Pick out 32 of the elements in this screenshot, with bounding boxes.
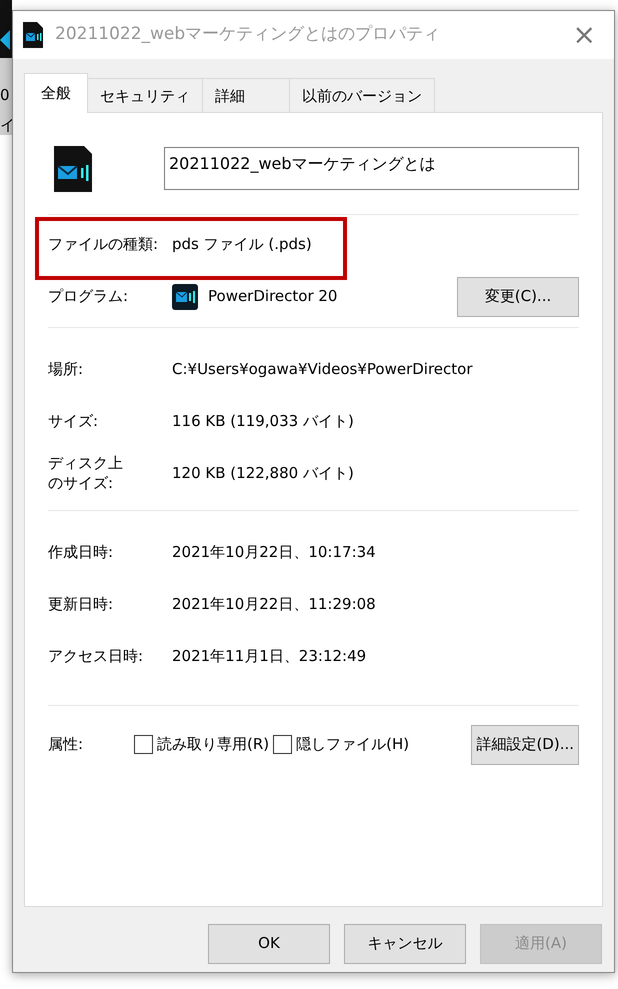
property-label: プログラム:	[48, 286, 130, 306]
property-value: PowerDirector 20	[208, 286, 338, 308]
property-value: C:¥Users¥ogawa¥Videos¥PowerDirector	[172, 359, 473, 380]
property-label: のサイズ:	[48, 474, 114, 493]
property-value: 120 KB (122,880 バイト)	[172, 463, 354, 484]
property-label: アクセス日時:	[48, 646, 144, 666]
property-label: 作成日時:	[48, 542, 114, 562]
window-title: 20211022_webマーケティングとはのプロパティ	[55, 23, 442, 46]
property-value: 2021年11月1日、23:12:49	[172, 646, 366, 668]
property-label: ファイルの種類:	[48, 234, 160, 254]
property-value: 2021年10月22日、10:17:34	[172, 542, 376, 564]
file-name-field[interactable]: 20211022_webマーケティングとは	[164, 147, 579, 190]
app-icon	[172, 284, 198, 310]
close-button[interactable]: ×	[566, 21, 602, 49]
property-value: pds ファイル (.pds)	[172, 234, 312, 256]
attributes-label: 属性:	[48, 734, 84, 756]
property-value: 116 KB (119,033 バイト)	[172, 411, 354, 432]
desktop-icon-label: イ	[0, 118, 12, 133]
change-button[interactable]: 変更(C)...	[457, 276, 579, 316]
property-value: 2021年10月22日、11:29:08	[172, 594, 376, 616]
dialog-button[interactable]: キャンセル	[344, 924, 466, 964]
property-label: ディスク上	[48, 454, 123, 474]
property-label: 場所:	[48, 360, 84, 380]
desktop-icon-label: 0	[0, 88, 11, 103]
checkbox[interactable]: 読み取り専用(R)	[134, 733, 270, 756]
dialog-button[interactable]: OK	[208, 924, 330, 964]
tab[interactable]: 以前のバージョン	[289, 78, 435, 112]
property-label: サイズ:	[48, 412, 100, 432]
advanced-button[interactable]: 詳細設定(D)...	[471, 724, 579, 764]
tab[interactable]: 全般	[24, 73, 88, 112]
checkbox[interactable]: 隠しファイル(H)	[273, 733, 410, 756]
property-label: 更新日時:	[48, 594, 114, 614]
